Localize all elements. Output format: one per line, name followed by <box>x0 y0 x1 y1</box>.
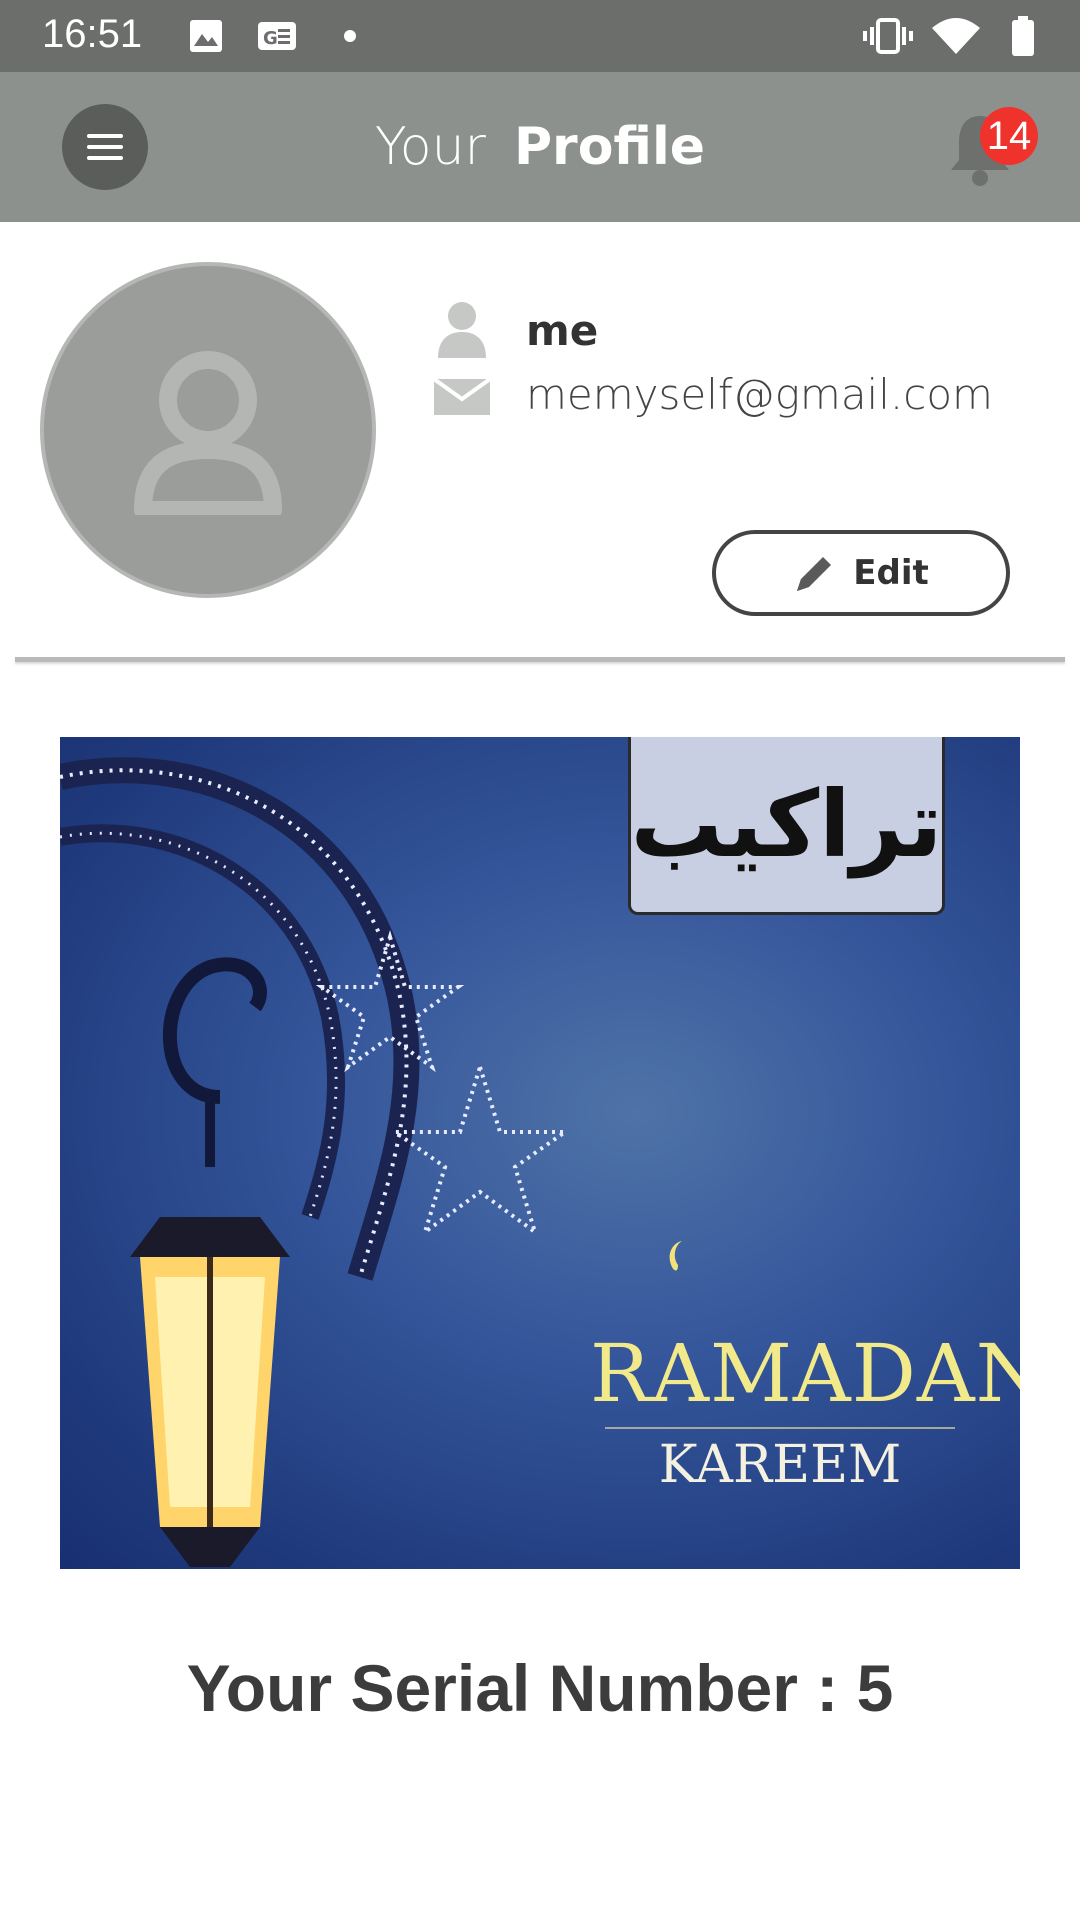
profile-email: memyself@gmail.com <box>526 370 993 419</box>
wifi-icon <box>932 18 980 54</box>
page-title-bold: Profile <box>513 117 706 177</box>
banner-title: RAMADAN <box>590 1327 1020 1420</box>
status-bar: 16:51 G <box>0 0 1080 72</box>
user-placeholder-icon <box>134 351 282 515</box>
edit-label: Edit <box>853 553 929 593</box>
page-title: Your Profile <box>0 117 1080 177</box>
ge-icon: G <box>258 22 296 50</box>
pencil-icon <box>797 557 832 591</box>
divider <box>15 657 1065 662</box>
edit-button[interactable]: Edit <box>712 530 1010 616</box>
battery-icon <box>1012 16 1034 56</box>
app-bar: Your Profile 14 <box>0 72 1080 222</box>
banner-divider <box>605 1427 955 1429</box>
banner-subtitle: KAREEM <box>658 1435 902 1495</box>
brand-logo: تراكيب <box>628 737 945 915</box>
image-icon <box>190 20 222 52</box>
avatar[interactable] <box>40 262 376 598</box>
vibrate-icon <box>863 18 913 54</box>
profile-name: me <box>526 305 599 355</box>
profile-email-row: memyself@gmail.com <box>434 370 993 419</box>
notification-badge[interactable]: 14 <box>980 107 1038 165</box>
dot-icon <box>344 30 356 42</box>
status-time: 16:51 <box>42 12 143 56</box>
page-title-light: Your <box>374 117 486 177</box>
profile-name-row: me <box>434 300 598 360</box>
serial-number: Your Serial Number : 5 <box>186 1651 894 1725</box>
ramadan-banner: تراكيب RAMADAN KAREEM <box>60 737 1020 1569</box>
person-icon <box>438 302 486 358</box>
svg-text:G: G <box>263 28 278 49</box>
mail-icon <box>434 376 490 415</box>
